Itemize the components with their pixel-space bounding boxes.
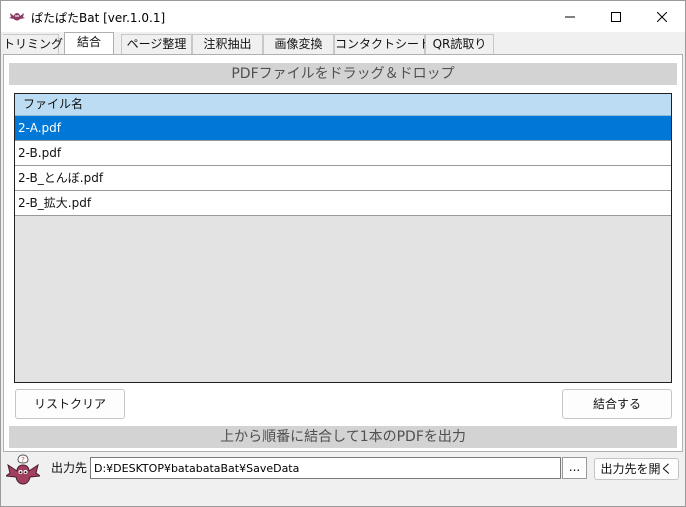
tab-image-convert[interactable]: 画像変換: [263, 34, 334, 54]
file-list[interactable]: ファイル名 2-A.pdf 2-B.pdf 2-B_とんぼ.pdf 2-B_拡大…: [14, 93, 672, 383]
bat-mascot-icon: ?: [4, 453, 42, 487]
drop-zone-banner[interactable]: PDFファイルをドラッグ＆ドロップ: [9, 63, 677, 85]
clear-list-button[interactable]: リストクリア: [15, 389, 125, 419]
svg-text:?: ?: [21, 456, 25, 464]
tab-strip: トリミング 結合 ページ整理 注釈抽出 画像変換 コンタクトシート QR読取り: [3, 32, 683, 54]
tab-contact-sheet[interactable]: コンタクトシート: [334, 34, 431, 54]
file-list-item[interactable]: 2-B_拡大.pdf: [15, 191, 671, 216]
merge-button[interactable]: 結合する: [562, 389, 672, 419]
tab-qr-read[interactable]: QR読取り: [425, 34, 494, 54]
app-window: ぱたぱたBat [ver.1.0.1] トリミング 結合 ページ整理 注釈抽出 …: [0, 0, 686, 507]
output-label: 出力先: [51, 461, 88, 475]
minimize-icon: [565, 16, 575, 17]
file-list-item[interactable]: 2-B.pdf: [15, 141, 671, 166]
tab-page-organize[interactable]: ページ整理: [121, 34, 192, 54]
tab-trimming[interactable]: トリミング: [3, 34, 63, 54]
close-button[interactable]: [639, 1, 685, 32]
tab-merge[interactable]: 結合: [64, 32, 114, 54]
output-path-field[interactable]: [90, 457, 561, 479]
open-output-folder-button[interactable]: 出力先を開く: [594, 458, 679, 480]
file-list-header[interactable]: ファイル名: [15, 94, 671, 116]
file-list-item[interactable]: 2-A.pdf: [15, 116, 671, 141]
bat-app-icon: [9, 9, 25, 23]
tab-annotation-extract[interactable]: 注釈抽出: [192, 34, 263, 54]
close-icon: [657, 11, 667, 22]
browse-button[interactable]: ...: [562, 457, 587, 479]
window-title: ぱたぱたBat [ver.1.0.1]: [31, 11, 166, 25]
merge-description: 上から順番に結合して1本のPDFを出力: [9, 426, 677, 448]
file-list-item[interactable]: 2-B_とんぼ.pdf: [15, 166, 671, 191]
maximize-icon: [611, 11, 621, 22]
title-bar: ぱたぱたBat [ver.1.0.1]: [1, 1, 685, 32]
maximize-button[interactable]: [593, 1, 639, 32]
minimize-button[interactable]: [547, 1, 593, 32]
